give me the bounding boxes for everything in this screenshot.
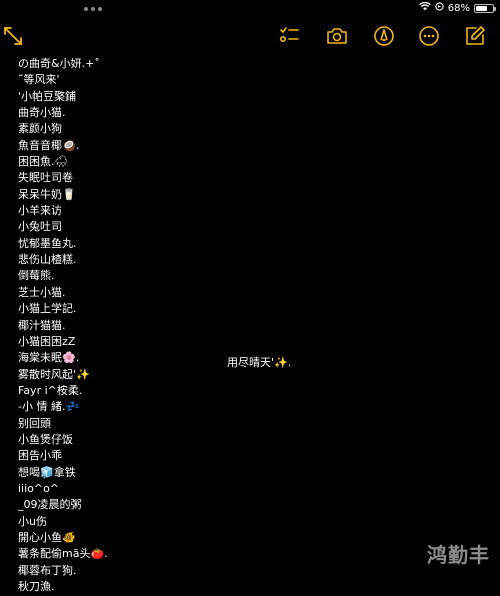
location-lock-icon bbox=[435, 2, 444, 14]
status-right: 68% bbox=[418, 1, 496, 14]
note-body[interactable]: の曲奇&小妍.+˚ ˜等风来' '小帕豆檠鋪 曲奇小猫. 素颜小狗 魚音音椰🥥. 困困魚.🌧… bbox=[18, 56, 218, 595]
note-line[interactable]: 想喝🧊拿铁 bbox=[18, 465, 218, 481]
note-line[interactable]: 倒莓熊. bbox=[18, 268, 218, 284]
note-line[interactable]: 椰蓉布丁狗. bbox=[18, 563, 218, 579]
note-line[interactable]: '小帕豆檠鋪 bbox=[18, 89, 218, 105]
note-line[interactable]: 素颜小狗 bbox=[18, 121, 218, 137]
note-line[interactable]: 困告小乖 bbox=[18, 448, 218, 464]
more-icon bbox=[419, 26, 439, 46]
markup-button[interactable] bbox=[371, 22, 397, 50]
note-line[interactable]: の曲奇&小妍.+˚ bbox=[18, 56, 218, 72]
note-line[interactable]: 魚音音椰🥥. bbox=[18, 138, 218, 154]
dot bbox=[91, 7, 95, 11]
wifi-icon bbox=[418, 1, 431, 14]
note-line[interactable]: 小鱼煲仔饭 bbox=[18, 432, 218, 448]
expand-button[interactable] bbox=[0, 22, 26, 50]
note-line[interactable]: 小u伤 bbox=[18, 514, 218, 530]
compose-icon bbox=[466, 26, 485, 45]
checklist-icon bbox=[279, 27, 299, 43]
status-bar: 68% bbox=[0, 0, 500, 18]
markup-pen-icon bbox=[374, 26, 394, 46]
dot bbox=[98, 7, 102, 11]
battery-fill bbox=[476, 5, 487, 11]
note-line[interactable]: 椰汁猫猫. bbox=[18, 318, 218, 334]
dot bbox=[84, 7, 88, 11]
note-line[interactable]: 小猫困困zZ bbox=[18, 334, 218, 350]
expand-icon bbox=[4, 27, 22, 45]
watermark-text: 鸿勤丰 bbox=[427, 543, 490, 567]
camera-button[interactable] bbox=[324, 22, 350, 50]
checklist-button[interactable] bbox=[276, 22, 302, 50]
note-line[interactable]: 秋刀漁. bbox=[18, 579, 218, 595]
notes-toolbar bbox=[0, 22, 500, 52]
note-line[interactable]: 呆呆牛奶🥛 bbox=[18, 187, 218, 203]
multitasking-dots[interactable] bbox=[84, 7, 102, 11]
note-line[interactable]: -小 情 緒.💤 bbox=[18, 399, 218, 415]
note-line[interactable]: 芝士小猫. bbox=[18, 285, 218, 301]
battery-percentage: 68% bbox=[447, 2, 470, 14]
note-line[interactable]: 雾散时风起'✨ bbox=[18, 367, 218, 383]
note-line[interactable]: 别回頭 bbox=[18, 416, 218, 432]
note-line[interactable]: 失眠吐司卷 bbox=[18, 170, 218, 186]
note-line[interactable]: 悲伤山楂糕. bbox=[18, 252, 218, 268]
note-line[interactable]: 曲奇小猫. bbox=[18, 105, 218, 121]
note-line[interactable]: iiio^o^ bbox=[18, 481, 218, 497]
note-text-right[interactable]: 用尽晴天'✨. bbox=[227, 354, 291, 370]
note-line[interactable]: 小兔吐司 bbox=[18, 219, 218, 235]
note-line[interactable]: 小猫上学記. bbox=[18, 301, 218, 317]
note-line[interactable]: 開心小鱼🐠 bbox=[18, 530, 218, 546]
note-line[interactable]: _09凌晨的粥 bbox=[18, 497, 218, 513]
note-line[interactable]: 小羊来访 bbox=[18, 203, 218, 219]
note-line[interactable]: 困困魚.🌧 bbox=[18, 154, 218, 170]
note-line[interactable]: Fayr i^桉柔. bbox=[18, 383, 218, 399]
note-line[interactable]: 忧郁墨鱼丸. bbox=[18, 236, 218, 252]
camera-icon bbox=[327, 28, 347, 44]
compose-button[interactable] bbox=[462, 22, 488, 50]
battery-icon bbox=[474, 3, 496, 13]
note-line[interactable]: ˜等风来' bbox=[18, 72, 218, 88]
more-button[interactable] bbox=[416, 22, 442, 50]
note-line[interactable]: 海棠未眠🌸. bbox=[18, 350, 218, 366]
note-line[interactable]: 薯条配偷mā头🍅. bbox=[18, 546, 218, 562]
